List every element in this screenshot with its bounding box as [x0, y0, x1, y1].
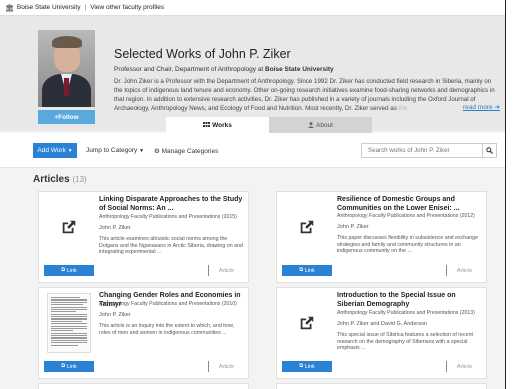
link-label: Link: [66, 363, 77, 370]
link-label: Link: [304, 363, 315, 370]
university-link[interactable]: Boise State University: [17, 4, 81, 11]
profile-photo: [38, 30, 95, 107]
work-authors: John P. Ziker: [99, 225, 131, 231]
tab-about[interactable]: About: [269, 117, 372, 133]
tab-works-label: Works: [212, 121, 232, 129]
tab-about-label: About: [316, 121, 333, 129]
profile-position: Professor and Chair, Department of Anthr…: [114, 66, 334, 73]
external-link-icon: [300, 220, 314, 234]
work-title[interactable]: Resilience of Domestic Groups and Commun…: [337, 196, 482, 213]
work-title[interactable]: Introduction to the Special Issue on Sib…: [337, 292, 482, 309]
bio-text: Dr. John Ziker is a Professor with the D…: [114, 78, 495, 112]
work-abstract: This paper discusses flexibility in subs…: [337, 235, 479, 254]
jump-to-category-dropdown[interactable]: Jump to Category ▼: [86, 147, 144, 154]
work-venue[interactable]: Anthropology Faculty Publications and Pr…: [99, 301, 247, 307]
manage-categories-button[interactable]: ⚙ Manage Categories: [154, 147, 218, 155]
work-card[interactable]: [276, 383, 487, 389]
topbar-separator: |: [84, 4, 87, 11]
read-more-label: read more: [463, 104, 493, 111]
work-card[interactable]: ⧉ Link Introduction to the Special Issue…: [276, 287, 487, 379]
work-venue[interactable]: Anthropology Faculty Publications and Pr…: [99, 214, 247, 220]
link-icon: ⧉: [299, 363, 304, 369]
link-label: Link: [304, 267, 315, 274]
link-button[interactable]: ⧉ Link: [44, 361, 94, 372]
page-title: Selected Works of John P. Ziker: [114, 47, 291, 61]
work-abstract: This special issue of Sibirica features …: [337, 332, 474, 351]
profile-tabs: Works About: [166, 117, 372, 133]
grid-icon: [203, 122, 211, 127]
read-more-link[interactable]: read more ➜: [463, 103, 500, 111]
search-input[interactable]: [361, 143, 483, 158]
add-work-button[interactable]: Add Work ▼: [33, 143, 77, 158]
work-card[interactable]: ⧉ Link Resilience of Domestic Groups and…: [276, 191, 487, 283]
caret-down-icon: ▼: [67, 147, 73, 154]
tab-works[interactable]: Works: [166, 117, 269, 133]
profile-header: +Follow Selected Works of John P. Ziker …: [0, 16, 505, 131]
jump-label: Jump to Category: [86, 147, 138, 154]
topbar: 🏛 Boise State University | View other fa…: [0, 0, 505, 16]
bio-fade-text: the: [396, 105, 408, 112]
work-card[interactable]: ⧉ Link Changing Gender Roles and Economi…: [38, 287, 249, 379]
work-abstract: This article is an inquiry into the exte…: [99, 323, 235, 336]
work-card[interactable]: [38, 383, 249, 389]
work-abstract: This article examines altruistic social …: [99, 236, 243, 255]
work-type-badge: Article: [208, 361, 244, 372]
page-frame: 🏛 Boise State University | View other fa…: [0, 0, 506, 389]
link-label: Link: [66, 267, 77, 274]
caret-down-icon: ▼: [139, 148, 145, 154]
document-preview: [47, 293, 91, 353]
add-work-label: Add Work: [37, 147, 66, 154]
follow-button[interactable]: +Follow: [38, 110, 95, 124]
link-button[interactable]: ⧉ Link: [282, 361, 332, 372]
work-thumbnail[interactable]: [282, 292, 332, 354]
arrow-right-icon: ➜: [494, 104, 500, 111]
university-icon: 🏛: [5, 4, 14, 12]
search-button[interactable]: [483, 143, 497, 158]
link-icon: ⧉: [299, 267, 304, 273]
external-link-icon: [62, 220, 76, 234]
user-icon: [308, 122, 314, 128]
work-authors: John P. Ziker: [337, 224, 369, 230]
institution-text: Boise State University: [265, 66, 334, 73]
link-button[interactable]: ⧉ Link: [44, 265, 94, 276]
other-profiles-link[interactable]: View other faculty profiles: [90, 4, 164, 11]
work-card[interactable]: ⧉ Link Linking Disparate Approaches to t…: [38, 191, 249, 283]
profile-bio: Dr. John Ziker is a Professor with the D…: [114, 77, 498, 113]
link-icon: ⧉: [61, 363, 66, 369]
work-thumbnail[interactable]: [44, 292, 94, 354]
link-icon: ⧉: [61, 267, 66, 273]
work-authors: John P. Ziker and David G. Anderson: [337, 321, 428, 327]
link-button[interactable]: ⧉ Link: [282, 265, 332, 276]
section-count: (13): [72, 175, 87, 184]
work-thumbnail[interactable]: [44, 196, 94, 258]
work-type-badge: Article: [446, 265, 482, 276]
work-type-badge: Article: [446, 361, 482, 372]
manage-label: Manage Categories: [161, 148, 219, 155]
search-icon: [486, 147, 493, 154]
gear-icon: ⚙: [154, 148, 160, 155]
work-authors: John P. Ziker: [99, 312, 131, 318]
work-type-badge: Article: [208, 265, 244, 276]
section-title: Articles: [33, 174, 70, 185]
position-text: Professor and Chair, Department of Anthr…: [114, 66, 266, 73]
work-title[interactable]: Linking Disparate Approaches to the Stud…: [99, 196, 244, 213]
works-toolbar: Add Work ▼ Jump to Category ▼ ⚙ Manage C…: [0, 133, 505, 168]
work-venue[interactable]: Anthropology Faculty Publications and Pr…: [337, 310, 485, 316]
work-thumbnail[interactable]: [282, 196, 332, 258]
section-heading: Articles (13): [33, 174, 87, 185]
work-venue[interactable]: Anthropology Faculty Publications and Pr…: [337, 213, 485, 219]
external-link-icon: [300, 316, 314, 330]
